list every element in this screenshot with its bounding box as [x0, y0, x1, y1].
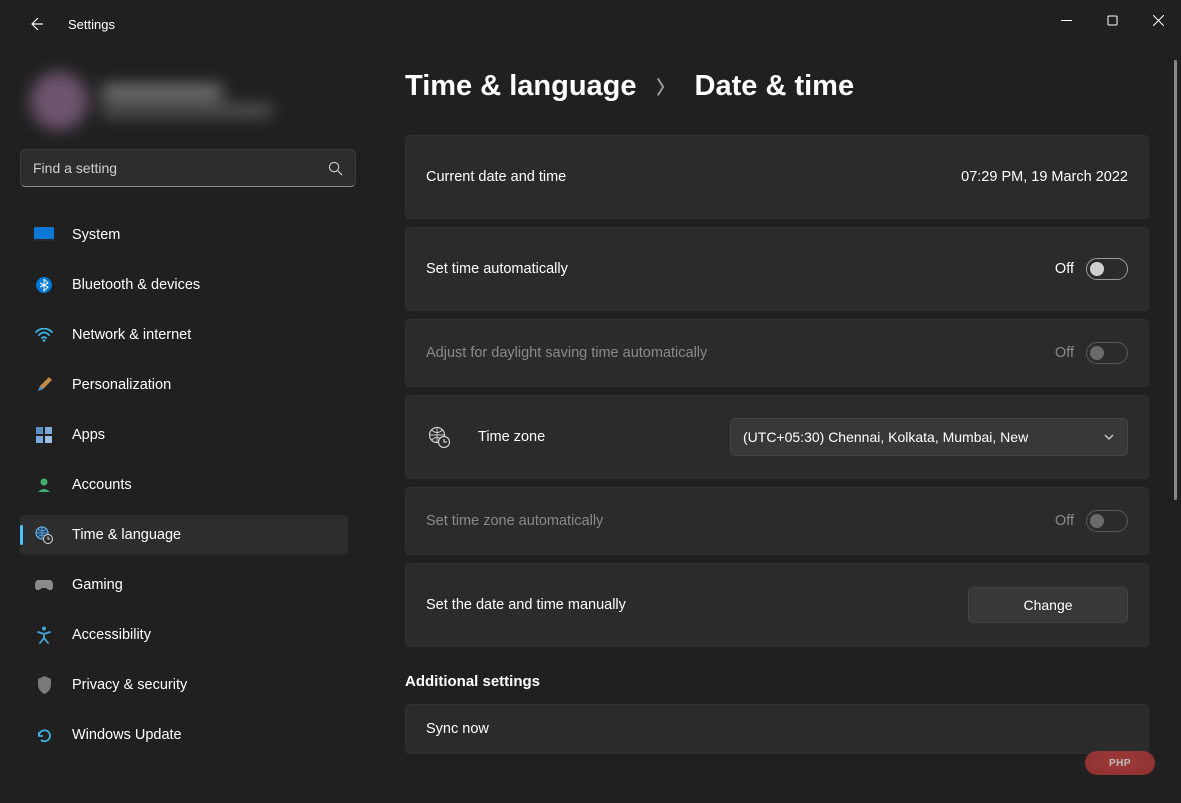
maximize-button[interactable]: [1089, 0, 1135, 40]
auto-time-label: Set time automatically: [426, 261, 1055, 277]
profile-email: [102, 105, 272, 116]
timezone-label: Time zone: [478, 429, 730, 445]
breadcrumb: Time & language 〉 Date & time: [405, 70, 1181, 103]
sidebar-item-label: Bluetooth & devices: [72, 277, 200, 293]
dst-state: Off: [1055, 345, 1074, 361]
card-auto-tz: Set time zone automatically Off: [405, 487, 1149, 555]
gamepad-icon: [34, 575, 54, 595]
watermark: PHP: [1085, 751, 1155, 775]
card-timezone: Time zone (UTC+05:30) Chennai, Kolkata, …: [405, 395, 1149, 479]
close-button[interactable]: [1135, 0, 1181, 40]
accessibility-icon: [34, 625, 54, 645]
back-button[interactable]: [18, 6, 54, 42]
apps-icon: [34, 425, 54, 445]
sidebar-item-label: Accounts: [72, 477, 132, 493]
wifi-icon: [34, 325, 54, 345]
current-datetime-value: 07:29 PM, 19 March 2022: [961, 169, 1128, 185]
card-current-datetime: Current date and time 07:29 PM, 19 March…: [405, 135, 1149, 219]
sidebar-item-label: Privacy & security: [72, 677, 187, 693]
update-icon: [34, 725, 54, 745]
chevron-right-icon: 〉: [657, 74, 675, 100]
dst-label: Adjust for daylight saving time automati…: [426, 345, 1055, 361]
sidebar-item-gaming[interactable]: Gaming: [20, 565, 348, 605]
card-dst: Adjust for daylight saving time automati…: [405, 319, 1149, 387]
change-button[interactable]: Change: [968, 587, 1128, 623]
globe-clock-icon: [34, 525, 54, 545]
sidebar-item-windows-update[interactable]: Windows Update: [20, 715, 348, 755]
person-icon: [34, 475, 54, 495]
timezone-dropdown[interactable]: (UTC+05:30) Chennai, Kolkata, Mumbai, Ne…: [730, 418, 1128, 456]
sidebar-item-privacy[interactable]: Privacy & security: [20, 665, 348, 705]
change-button-label: Change: [1023, 597, 1072, 613]
globe-clock-icon: [426, 424, 452, 450]
profile-name: [102, 85, 222, 99]
sidebar-item-label: Gaming: [72, 577, 123, 593]
avatar: [30, 72, 88, 130]
auto-time-state: Off: [1055, 261, 1074, 277]
sidebar-item-label: Time & language: [72, 527, 181, 543]
sidebar-item-accounts[interactable]: Accounts: [20, 465, 348, 505]
current-datetime-label: Current date and time: [426, 169, 961, 185]
sidebar-item-label: Personalization: [72, 377, 171, 393]
sidebar-item-accessibility[interactable]: Accessibility: [20, 615, 348, 655]
breadcrumb-parent[interactable]: Time & language: [405, 70, 637, 103]
auto-tz-state: Off: [1055, 513, 1074, 529]
sidebar-item-label: Windows Update: [72, 727, 182, 743]
page-title: Date & time: [695, 70, 855, 103]
user-profile[interactable]: [20, 58, 348, 143]
card-sync-now: Sync now: [405, 704, 1149, 754]
auto-tz-label: Set time zone automatically: [426, 513, 1055, 529]
paintbrush-icon: [34, 375, 54, 395]
sidebar-item-label: Apps: [72, 427, 105, 443]
additional-settings-header: Additional settings: [405, 673, 1181, 690]
sidebar-item-personalization[interactable]: Personalization: [20, 365, 348, 405]
display-icon: [34, 225, 54, 245]
auto-tz-toggle: [1086, 510, 1128, 532]
minimize-button[interactable]: [1043, 0, 1089, 40]
search-input[interactable]: Find a setting: [20, 149, 356, 187]
bluetooth-icon: [34, 275, 54, 295]
sidebar-item-label: System: [72, 227, 120, 243]
sidebar-nav: System Bluetooth & devices Network & int…: [20, 215, 348, 765]
sidebar-item-bluetooth[interactable]: Bluetooth & devices: [20, 265, 348, 305]
timezone-value: (UTC+05:30) Chennai, Kolkata, Mumbai, Ne…: [743, 429, 1103, 445]
dst-toggle: [1086, 342, 1128, 364]
scrollbar[interactable]: [1174, 60, 1177, 500]
sidebar-item-apps[interactable]: Apps: [20, 415, 348, 455]
sidebar-item-network[interactable]: Network & internet: [20, 315, 348, 355]
sidebar-item-time-language[interactable]: Time & language: [20, 515, 348, 555]
sidebar-item-system[interactable]: System: [20, 215, 348, 255]
auto-time-toggle[interactable]: [1086, 258, 1128, 280]
sidebar-item-label: Accessibility: [72, 627, 151, 643]
search-placeholder: Find a setting: [33, 160, 328, 176]
manual-datetime-label: Set the date and time manually: [426, 597, 968, 613]
search-icon: [328, 161, 343, 176]
sidebar-item-label: Network & internet: [72, 327, 191, 343]
card-auto-time[interactable]: Set time automatically Off: [405, 227, 1149, 311]
shield-icon: [34, 675, 54, 695]
sync-now-label: Sync now: [426, 721, 1128, 737]
chevron-down-icon: [1103, 431, 1115, 443]
window-title: Settings: [68, 17, 115, 32]
card-manual-datetime: Set the date and time manually Change: [405, 563, 1149, 647]
